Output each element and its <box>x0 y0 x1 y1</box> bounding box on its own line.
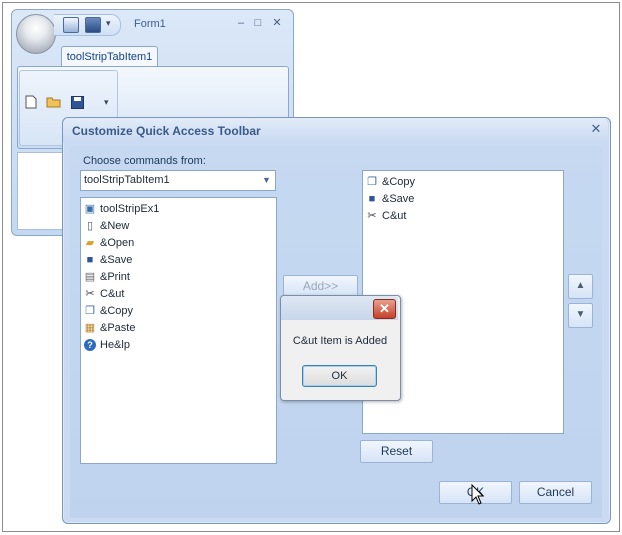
application-orb-button[interactable] <box>16 14 56 54</box>
list-item-label: &Open <box>100 237 135 249</box>
message-text: C&ut Item is Added <box>292 335 388 347</box>
combobox-value: toolStripTabItem1 <box>84 174 170 186</box>
close-button[interactable]: ✕ <box>270 16 284 30</box>
list-item-label: C&ut <box>382 210 407 222</box>
minimize-button[interactable]: – <box>234 16 248 30</box>
list-item-label: &Copy <box>382 176 416 188</box>
save-disk-icon: ■ <box>86 254 94 266</box>
maximize-button[interactable]: □ <box>251 16 265 30</box>
cancel-button[interactable]: Cancel <box>519 481 592 504</box>
new-document-icon: ▯ <box>86 220 94 232</box>
arrow-down-icon: ▼ <box>575 309 586 320</box>
help-icon: ? <box>84 339 96 351</box>
list-item-label: &Copy <box>100 305 134 317</box>
list-item-label: &Print <box>100 271 130 283</box>
copy-icon: ❐ <box>85 305 95 317</box>
available-commands-list[interactable]: ▣ toolStripEx1 ▯ &New ▰ &Open ■ &Save ▤ &Print ✂ C&… <box>80 197 277 464</box>
copy-icon: ❐ <box>367 176 377 188</box>
printer-icon: ▤ <box>84 271 96 283</box>
list-item-label: He&lp <box>100 339 130 351</box>
mouse-cursor-icon <box>471 484 485 505</box>
open-folder-icon[interactable] <box>46 96 62 108</box>
move-up-button[interactable]: ▲ <box>568 274 593 299</box>
list-item-label: &Paste <box>100 322 136 334</box>
list-item-label: C&ut <box>100 288 125 300</box>
chevron-down-icon[interactable]: ▼ <box>262 175 271 185</box>
add-button[interactable]: Add>> <box>283 275 358 297</box>
scissors-icon: ✂ <box>85 288 95 300</box>
list-item-label: &Save <box>382 193 415 205</box>
image-icon: ▣ <box>84 203 96 215</box>
open-folder-icon: ▰ <box>85 237 95 249</box>
dialog-close-icon[interactable]: ✕ <box>588 121 604 137</box>
message-ok-button[interactable]: OK <box>302 365 377 387</box>
message-close-icon[interactable]: ✕ <box>373 299 396 319</box>
move-down-button[interactable]: ▼ <box>568 303 593 328</box>
save-icon[interactable] <box>85 17 101 33</box>
tab-toolstriptabitem1[interactable]: toolStripTabItem1 <box>61 46 158 67</box>
list-item-label: toolStripEx1 <box>100 203 160 215</box>
dialog-title: Customize Quick Access Toolbar <box>72 124 261 138</box>
list-item-label: &New <box>100 220 130 232</box>
scissors-icon: ✂ <box>367 210 377 222</box>
quick-access-toolbar: ▾ <box>54 14 121 36</box>
save-disk-icon[interactable] <box>71 96 84 109</box>
group-dropdown-icon[interactable]: ▾ <box>104 97 109 108</box>
reset-button[interactable]: Reset <box>360 440 433 463</box>
choose-commands-label: Choose commands from: <box>83 155 206 167</box>
save-disk-icon: ■ <box>368 193 376 205</box>
form1-title: Form1 <box>134 18 166 30</box>
copy-icon[interactable] <box>63 17 79 33</box>
list-item-label: &Save <box>100 254 133 266</box>
arrow-up-icon: ▲ <box>575 280 586 291</box>
new-document-icon[interactable] <box>25 95 37 109</box>
qat-dropdown-icon[interactable]: ▾ <box>106 18 111 29</box>
paste-icon: ▦ <box>84 322 96 334</box>
